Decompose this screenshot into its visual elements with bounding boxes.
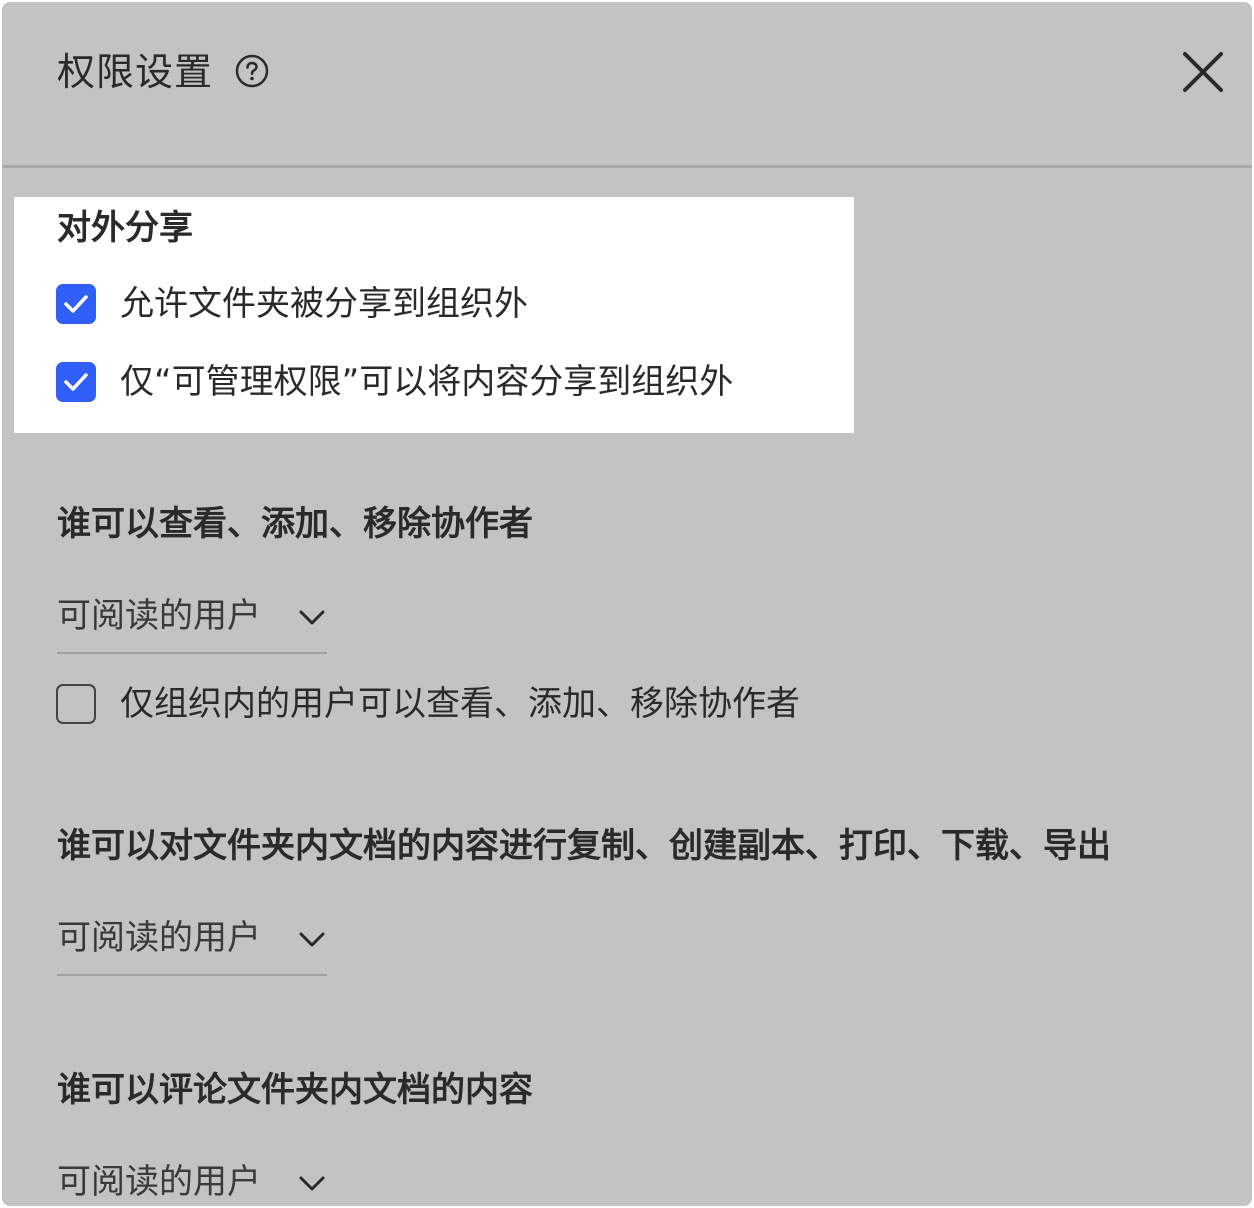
collaborators-select[interactable]: 可阅读的用户 xyxy=(57,586,327,654)
external-share-title: 对外分享 xyxy=(57,208,193,248)
comment-permission-select-value: 可阅读的用户 xyxy=(57,1162,261,1202)
collaborators-title: 谁可以查看、添加、移除协作者 xyxy=(57,504,533,544)
close-icon[interactable] xyxy=(1181,50,1225,94)
manager-only-share-checkbox[interactable] xyxy=(56,362,96,402)
chevron-down-icon xyxy=(299,1176,325,1191)
panel-header: 权限设置 xyxy=(2,2,1252,168)
comment-permission-select[interactable]: 可阅读的用户 xyxy=(57,1152,327,1206)
chevron-down-icon xyxy=(299,932,325,947)
question-circle-icon[interactable] xyxy=(235,54,269,88)
org-only-collaborators-option[interactable]: 仅组织内的用户可以查看、添加、移除协作者 xyxy=(56,682,800,726)
collaborators-select-value: 可阅读的用户 xyxy=(57,596,261,636)
checkmark-icon xyxy=(64,295,88,313)
copy-permission-select[interactable]: 可阅读的用户 xyxy=(57,908,327,976)
checkmark-icon xyxy=(64,373,88,391)
comment-permission-title: 谁可以评论文件夹内文档的内容 xyxy=(57,1070,533,1110)
manager-only-share-option[interactable]: 仅“可管理权限”可以将内容分享到组织外 xyxy=(56,360,733,404)
org-only-collaborators-label: 仅组织内的用户可以查看、添加、移除协作者 xyxy=(120,684,800,724)
allow-external-share-label: 允许文件夹被分享到组织外 xyxy=(120,284,528,324)
panel-title: 权限设置 xyxy=(57,50,214,94)
chevron-down-icon xyxy=(299,610,325,625)
copy-permission-select-value: 可阅读的用户 xyxy=(57,918,261,958)
allow-external-share-option[interactable]: 允许文件夹被分享到组织外 xyxy=(56,282,528,326)
copy-permission-title: 谁可以对文件夹内文档的内容进行复制、创建副本、打印、下载、导出 xyxy=(57,826,1111,866)
allow-external-share-checkbox[interactable] xyxy=(56,284,96,324)
manager-only-share-label: 仅“可管理权限”可以将内容分享到组织外 xyxy=(120,362,734,402)
permission-settings-panel: 权限设置 对外分享 允许文件夹被分享到组织外 仅“可管理权限”可以将内容分享到组… xyxy=(2,2,1252,1206)
org-only-collaborators-checkbox[interactable] xyxy=(56,684,96,724)
